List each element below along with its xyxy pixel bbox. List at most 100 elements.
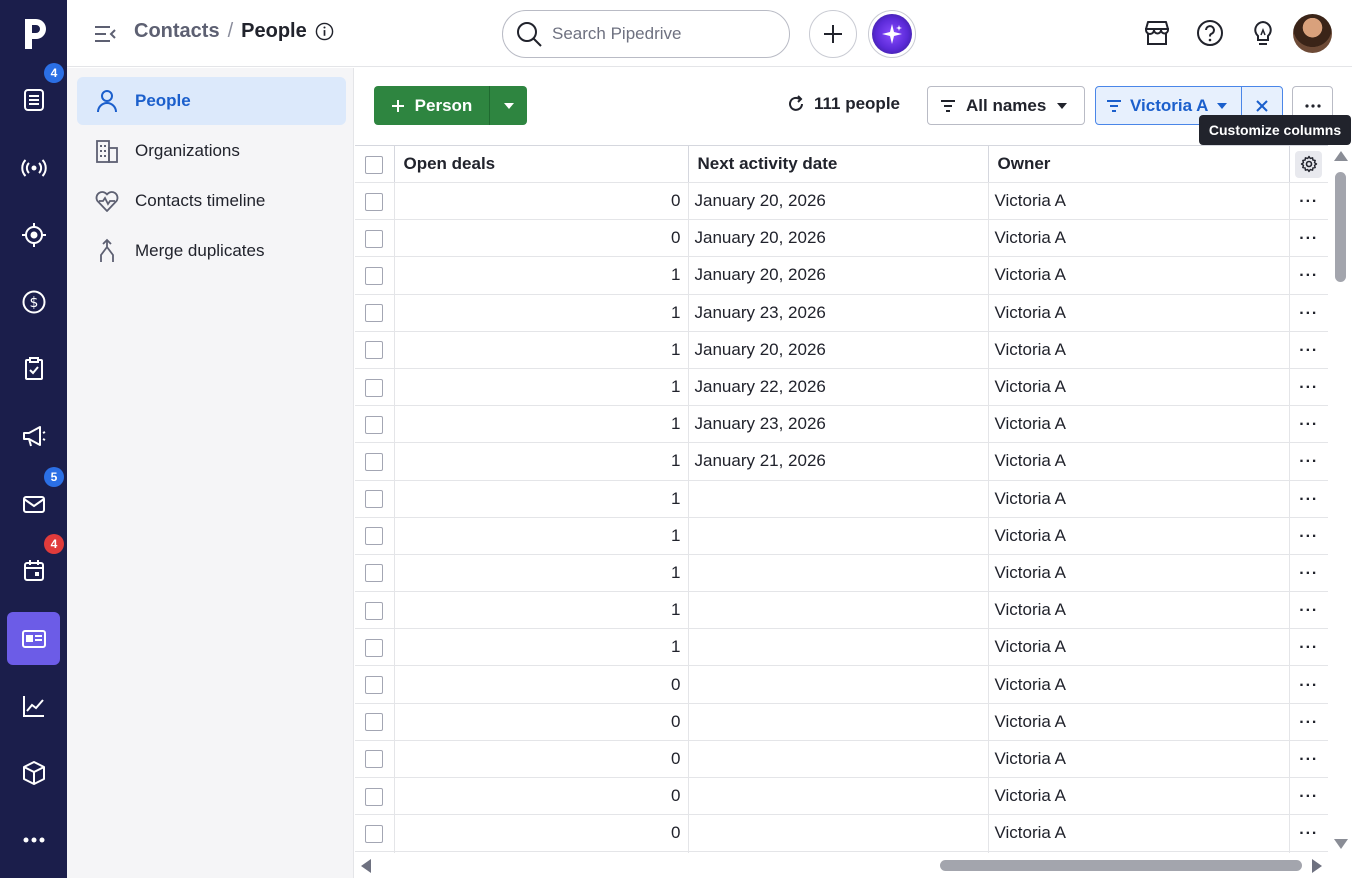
open-deals-cell[interactable]: 1 [394, 554, 689, 593]
next-activity-date-cell[interactable]: January 22, 2026 [688, 368, 989, 407]
next-activity-date-cell[interactable]: January 23, 2026 [688, 405, 989, 444]
table-row[interactable]: 0 Victoria A ··· [355, 740, 1328, 779]
open-deals-cell[interactable]: 0 [394, 665, 689, 704]
table-row[interactable]: 0 Victoria A ··· [355, 703, 1328, 741]
column-header-next-activity-date[interactable]: Next activity date [688, 145, 989, 183]
owner-cell[interactable]: Victoria A [988, 554, 1290, 593]
search-input[interactable] [552, 24, 772, 44]
add-person-dropdown-button[interactable] [489, 86, 527, 125]
row-more-actions-icon[interactable]: ··· [1299, 491, 1318, 508]
help-icon[interactable] [1195, 18, 1225, 48]
table-row[interactable]: 0 January 20, 2026 Victoria A ··· [355, 219, 1328, 258]
quick-add-button[interactable] [809, 10, 857, 58]
open-deals-cell[interactable]: 1 [394, 405, 689, 444]
sidebar-item-merge-duplicates[interactable]: Merge duplicates [77, 227, 346, 275]
column-header-open-deals[interactable]: Open deals [394, 145, 689, 183]
table-row[interactable]: 1 January 23, 2026 Victoria A ··· [355, 405, 1328, 444]
ai-assistant-button[interactable] [868, 10, 916, 58]
next-activity-date-cell[interactable] [688, 480, 989, 518]
rail-item-campaigns[interactable] [7, 409, 60, 462]
row-more-actions-icon[interactable]: ··· [1299, 751, 1318, 768]
row-more-actions-icon[interactable]: ··· [1299, 528, 1318, 545]
vertical-scrollbar[interactable] [1330, 145, 1352, 853]
rail-item-goals[interactable] [7, 208, 60, 261]
open-deals-cell[interactable]: 0 [394, 219, 689, 258]
rail-item-contacts[interactable] [7, 612, 60, 665]
owner-cell[interactable]: Victoria A [988, 740, 1290, 779]
name-filter-dropdown[interactable]: All names [927, 86, 1085, 125]
open-deals-cell[interactable]: 0 [394, 182, 689, 221]
next-activity-date-cell[interactable]: January 20, 2026 [688, 182, 989, 221]
owner-cell[interactable]: Victoria A [988, 182, 1290, 221]
row-more-actions-icon[interactable]: ··· [1299, 379, 1318, 396]
row-checkbox[interactable] [365, 229, 384, 248]
row-checkbox[interactable] [365, 713, 384, 732]
row-checkbox[interactable] [365, 638, 384, 657]
row-checkbox[interactable] [365, 750, 384, 769]
table-row[interactable]: 0 Victoria A ··· [355, 777, 1328, 816]
row-more-actions-icon[interactable]: ··· [1299, 193, 1318, 210]
open-deals-cell[interactable]: 0 [394, 740, 689, 779]
open-deals-cell[interactable]: 1 [394, 294, 689, 332]
rail-item-live[interactable] [7, 141, 60, 194]
horizontal-scrollbar[interactable] [355, 853, 1328, 878]
table-row[interactable]: 1 Victoria A ··· [355, 554, 1328, 593]
row-checkbox[interactable] [365, 304, 384, 323]
open-deals-cell[interactable]: 1 [394, 480, 689, 518]
row-more-actions-icon[interactable]: ··· [1299, 714, 1318, 731]
owner-cell[interactable]: Victoria A [988, 517, 1290, 555]
open-deals-cell[interactable]: 1 [394, 331, 689, 369]
refresh-icon[interactable] [786, 94, 806, 114]
info-icon[interactable] [315, 22, 334, 41]
sidebar-item-people[interactable]: People [77, 77, 346, 125]
pipedrive-logo[interactable] [0, 0, 67, 67]
owner-cell[interactable]: Victoria A [988, 591, 1290, 630]
open-deals-cell[interactable]: 1 [394, 628, 689, 667]
next-activity-date-cell[interactable]: January 20, 2026 [688, 219, 989, 258]
row-checkbox[interactable] [365, 676, 384, 695]
open-deals-cell[interactable]: 1 [394, 591, 689, 630]
open-deals-cell[interactable]: 0 [394, 777, 689, 816]
owner-cell[interactable]: Victoria A [988, 405, 1290, 444]
owner-cell[interactable]: Victoria A [988, 628, 1290, 667]
row-checkbox[interactable] [365, 452, 384, 471]
row-checkbox[interactable] [365, 564, 384, 583]
customize-columns-button[interactable] [1295, 150, 1323, 178]
next-activity-date-cell[interactable] [688, 517, 989, 555]
vertical-scroll-thumb[interactable] [1335, 172, 1346, 282]
row-more-actions-icon[interactable]: ··· [1299, 788, 1318, 805]
scroll-up-arrow[interactable] [1334, 151, 1348, 161]
owner-cell[interactable]: Victoria A [988, 442, 1290, 481]
row-checkbox[interactable] [365, 490, 384, 509]
table-row[interactable]: 1 Victoria A ··· [355, 591, 1328, 630]
table-row[interactable]: 0 Victoria A ··· [355, 665, 1328, 704]
user-avatar[interactable] [1293, 14, 1332, 53]
rail-item-deals[interactable]: $ [7, 275, 60, 328]
owner-cell[interactable]: Victoria A [988, 294, 1290, 332]
horizontal-scroll-thumb[interactable] [940, 860, 1302, 871]
row-more-actions-icon[interactable]: ··· [1299, 677, 1318, 694]
owner-cell[interactable]: Victoria A [988, 256, 1290, 295]
next-activity-date-cell[interactable] [688, 665, 989, 704]
rail-item-mail[interactable]: 5 [7, 467, 64, 530]
next-activity-date-cell[interactable] [688, 554, 989, 593]
next-activity-date-cell[interactable] [688, 591, 989, 630]
table-row[interactable]: 0 Victoria A ··· [355, 814, 1328, 853]
rail-item-activities[interactable] [7, 342, 60, 395]
table-row[interactable]: 1 January 20, 2026 Victoria A ··· [355, 331, 1328, 369]
table-row[interactable]: 1 January 21, 2026 Victoria A ··· [355, 442, 1328, 481]
row-more-actions-icon[interactable]: ··· [1299, 639, 1318, 656]
next-activity-date-cell[interactable] [688, 777, 989, 816]
row-checkbox[interactable] [365, 787, 384, 806]
column-header-owner[interactable]: Owner [988, 145, 1290, 183]
collapse-sidebar-icon[interactable] [93, 22, 117, 46]
next-activity-date-cell[interactable]: January 20, 2026 [688, 256, 989, 295]
owner-cell[interactable]: Victoria A [988, 219, 1290, 258]
row-more-actions-icon[interactable]: ··· [1299, 305, 1318, 322]
owner-cell[interactable]: Victoria A [988, 703, 1290, 741]
next-activity-date-cell[interactable]: January 23, 2026 [688, 294, 989, 332]
next-activity-date-cell[interactable] [688, 628, 989, 667]
row-more-actions-icon[interactable]: ··· [1299, 565, 1318, 582]
row-more-actions-icon[interactable]: ··· [1299, 342, 1318, 359]
owner-cell[interactable]: Victoria A [988, 480, 1290, 518]
